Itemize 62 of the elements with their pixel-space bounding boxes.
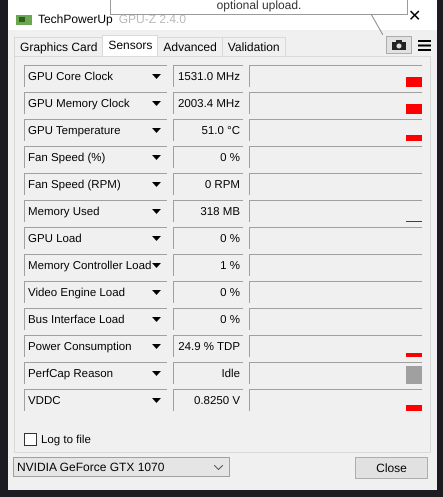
sensor-dropdown[interactable]: GPU Core Clock	[24, 65, 167, 87]
caret-icon	[152, 128, 161, 133]
graph-bar	[406, 104, 422, 114]
graph-bar	[406, 135, 422, 141]
caret-icon	[152, 344, 161, 349]
graph-bar	[406, 366, 422, 384]
sensor-value: 318 MB	[173, 200, 243, 222]
graph-bar	[406, 77, 422, 87]
sensor-value: 0.8250 V	[173, 389, 243, 411]
close-button[interactable]: Close	[355, 457, 428, 479]
sensor-value: 1531.0 MHz	[173, 65, 243, 87]
camera-button[interactable]	[386, 36, 412, 54]
tab[interactable]: Graphics Card	[14, 37, 104, 56]
chevron-icon	[214, 464, 223, 470]
window-title-version: GPU-Z 2.4.0	[118, 12, 186, 26]
checkbox-label: Log to file	[41, 434, 91, 446]
sensor-dropdown[interactable]: Memory Controller Load	[24, 254, 167, 276]
sensor-value: 0 %	[173, 308, 243, 330]
sensor-dropdown[interactable]: VDDC	[24, 389, 167, 411]
sensor-dropdown[interactable]: PerfCap Reason	[24, 362, 167, 384]
sensor-value: 0 %	[173, 281, 243, 303]
sensor-dropdown[interactable]: Video Engine Load	[24, 281, 167, 303]
gpu-select[interactable]: NVIDIA GeForce GTX 1070	[13, 457, 230, 477]
sensor-value: 2003.4 MHz	[173, 92, 243, 114]
sensor-value: 0 %	[173, 227, 243, 249]
window-title: TechPowerUp	[38, 12, 113, 26]
sensor-value: Idle	[173, 362, 243, 384]
caret-icon	[152, 155, 161, 160]
sensor-dropdown[interactable]: Fan Speed (RPM)	[24, 173, 167, 195]
sensor-dropdown[interactable]: Bus Interface Load	[24, 308, 167, 330]
sensor-dropdown[interactable]: Fan Speed (%)	[24, 146, 167, 168]
sensor-value: 51.0 °C	[173, 119, 243, 141]
caret-icon	[152, 236, 161, 241]
caret-icon	[152, 101, 161, 106]
caret-icon	[152, 398, 161, 403]
card-icon	[16, 14, 32, 26]
menu-icon[interactable]	[418, 40, 431, 50]
caret-icon	[152, 317, 161, 322]
graph-bar	[406, 405, 422, 411]
sensor-value: 1 %	[173, 254, 243, 276]
tooltip: optional upload.	[110, 0, 408, 15]
caret-icon	[152, 209, 161, 214]
caret-icon	[152, 74, 161, 79]
log-checkbox[interactable]	[24, 433, 37, 446]
sensor-dropdown[interactable]: Power Consumption	[24, 335, 167, 357]
caret-icon	[152, 182, 161, 187]
tab[interactable]: Validation	[222, 37, 286, 56]
sensor-value: 24.9 % TDP	[173, 335, 243, 357]
leader-line	[371, 14, 383, 36]
sensor-dropdown[interactable]: GPU Load	[24, 227, 167, 249]
caret-icon	[152, 263, 161, 268]
sensor-dropdown[interactable]: GPU Memory Clock	[24, 92, 167, 114]
sensor-dropdown[interactable]: Memory Used	[24, 200, 167, 222]
sensor-value: 0 RPM	[173, 173, 243, 195]
caret-icon	[152, 290, 161, 295]
tab[interactable]: Sensors	[102, 35, 158, 56]
caret-icon	[152, 371, 161, 376]
close-icon[interactable]: ✕	[408, 6, 429, 26]
sensor-value: 0 %	[173, 146, 243, 168]
sensor-dropdown[interactable]: GPU Temperature	[24, 119, 167, 141]
camera-icon	[392, 40, 406, 50]
graph-bar	[406, 353, 422, 357]
